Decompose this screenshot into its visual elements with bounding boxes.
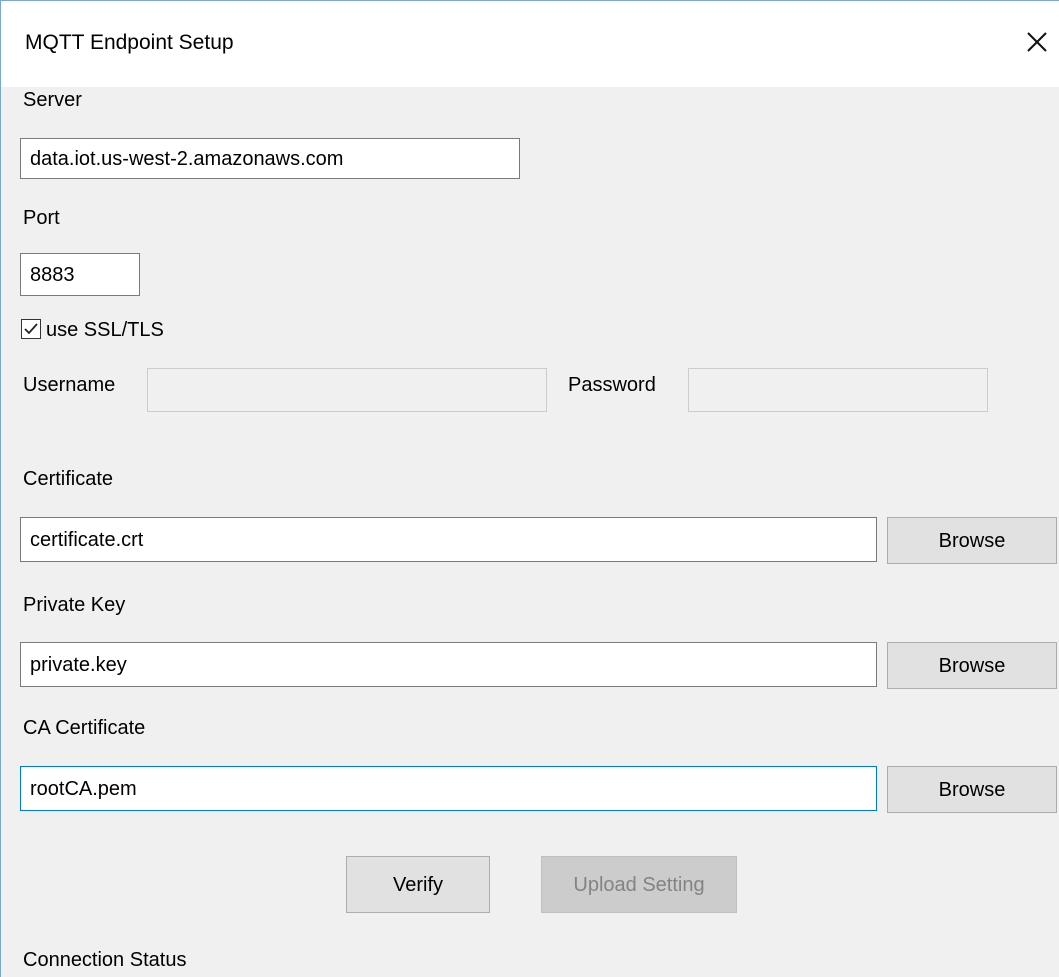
private-key-label: Private Key	[23, 594, 126, 616]
username-label: Username	[23, 374, 116, 396]
ca-certificate-label: CA Certificate	[23, 717, 146, 739]
verify-button[interactable]: Verify	[346, 856, 490, 913]
title-bar: MQTT Endpoint Setup	[1, 1, 1059, 87]
close-button[interactable]	[1024, 29, 1050, 55]
username-input[interactable]	[147, 368, 547, 412]
ssl-label[interactable]: use SSL/TLS	[46, 317, 164, 343]
port-input[interactable]: 8883	[20, 253, 140, 296]
ssl-checkbox[interactable]	[21, 319, 41, 339]
ca-certificate-browse-button[interactable]: Browse	[887, 766, 1057, 813]
port-label: Port	[23, 207, 60, 229]
upload-setting-button[interactable]: Upload Setting	[541, 856, 737, 913]
window-title: MQTT Endpoint Setup	[25, 31, 234, 54]
certificate-browse-button[interactable]: Browse	[887, 517, 1057, 564]
private-key-browse-button[interactable]: Browse	[887, 642, 1057, 689]
password-input[interactable]	[688, 368, 988, 412]
checkmark-icon	[24, 323, 38, 335]
mqtt-endpoint-setup-dialog: MQTT Endpoint Setup Server data.iot.us-w…	[0, 0, 1059, 977]
server-label: Server	[23, 89, 82, 111]
ca-certificate-input[interactable]: rootCA.pem	[20, 766, 877, 811]
certificate-label: Certificate	[23, 468, 114, 490]
certificate-input[interactable]: certificate.crt	[20, 517, 877, 562]
password-label: Password	[568, 374, 656, 396]
private-key-input[interactable]: private.key	[20, 642, 877, 687]
connection-status-label: Connection Status	[23, 949, 187, 971]
server-input[interactable]: data.iot.us-west-2.amazonaws.com	[20, 138, 520, 179]
close-icon	[1027, 32, 1047, 52]
